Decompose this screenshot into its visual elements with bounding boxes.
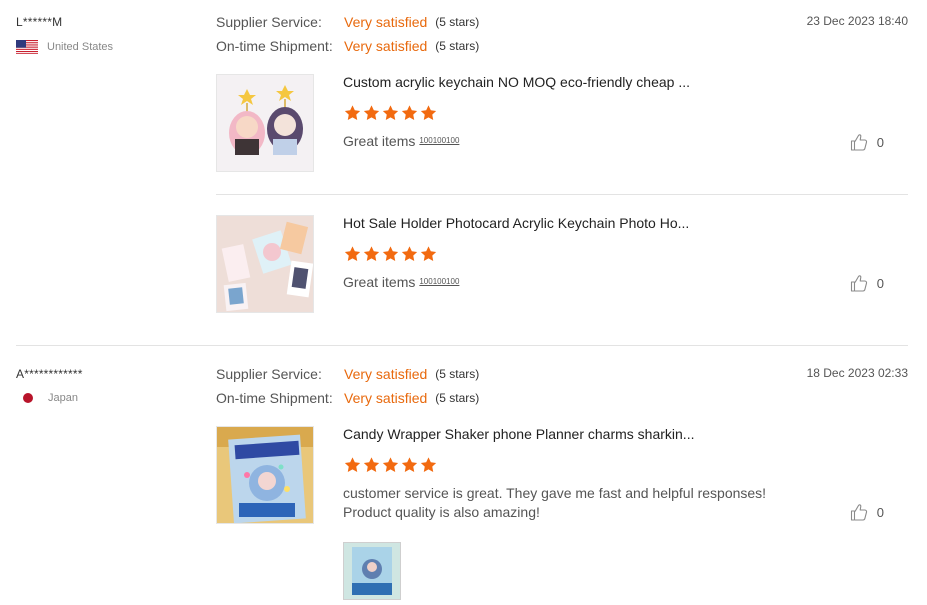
rating-value: Very satisfied <box>344 390 428 406</box>
review-text: Great items 100100100 <box>343 131 783 151</box>
star-icon <box>362 456 381 474</box>
item-title[interactable]: Custom acrylic keychain NO MOQ eco-frien… <box>343 74 690 90</box>
like-button[interactable]: 0 <box>849 273 884 293</box>
thumbs-up-icon <box>849 273 869 293</box>
rating-label: On-time Shipment: <box>216 390 333 406</box>
review-text: Great items 100100100 <box>343 272 783 292</box>
us-flag-icon <box>16 40 38 54</box>
review-tag: 100100100 <box>419 277 460 286</box>
rating-label: Supplier Service: <box>216 366 322 382</box>
item-divider <box>216 194 908 195</box>
star-icon <box>400 456 419 474</box>
review-text-body: Great items <box>343 274 416 290</box>
japan-flag-icon <box>23 393 33 403</box>
star-icon <box>381 245 400 263</box>
photocard-image <box>217 216 313 312</box>
rating-value: Very satisfied <box>344 366 428 382</box>
rating-value: Very satisfied <box>344 38 428 54</box>
star-icon <box>362 245 381 263</box>
shipment-rating: On-time Shipment: Very satisfied (5 star… <box>216 36 479 56</box>
star-icon <box>400 104 419 122</box>
like-count: 0 <box>876 504 884 520</box>
buyer-name: A************ <box>16 367 83 381</box>
rating-stars-count: (5 stars) <box>435 391 480 405</box>
keychain-image <box>217 75 313 171</box>
like-count: 0 <box>876 134 884 150</box>
review-text-line: Product quality is also amazing! <box>343 504 540 520</box>
star-icon <box>381 456 400 474</box>
item-title[interactable]: Candy Wrapper Shaker phone Planner charm… <box>343 426 694 442</box>
star-icon <box>343 456 362 474</box>
star-icon <box>400 245 419 263</box>
shaker-charm-image <box>217 427 313 523</box>
star-icon <box>419 456 438 474</box>
star-icon <box>343 104 362 122</box>
reviewed-item: Candy Wrapper Shaker phone Planner charm… <box>216 426 908 526</box>
like-button[interactable]: 0 <box>849 502 884 522</box>
product-thumbnail[interactable] <box>216 426 314 524</box>
rating-stars-count: (5 stars) <box>435 367 480 381</box>
reviewed-item: Hot Sale Holder Photocard Acrylic Keycha… <box>216 215 908 315</box>
rating-value: Very satisfied <box>344 14 428 30</box>
product-thumbnail[interactable] <box>216 215 314 313</box>
buyer-country: United States <box>16 40 113 54</box>
review-text-body: Great items <box>343 133 416 149</box>
review-card: A************ Japan Supplier Service: Ve… <box>0 352 927 605</box>
item-star-rating <box>343 456 438 474</box>
thumbs-up-icon <box>849 502 869 522</box>
review-date: 18 Dec 2023 02:33 <box>806 366 908 380</box>
star-icon <box>419 104 438 122</box>
review-text-line: customer service is great. They gave me … <box>343 485 767 501</box>
item-star-rating <box>343 104 438 122</box>
item-star-rating <box>343 245 438 263</box>
buyer-country: Japan <box>16 392 78 404</box>
rating-label: Supplier Service: <box>216 14 322 30</box>
review-photo <box>344 543 400 599</box>
supplier-service-rating: Supplier Service: Very satisfied (5 star… <box>216 364 479 384</box>
like-count: 0 <box>876 275 884 291</box>
review-divider <box>16 345 908 346</box>
country-label: United States <box>47 41 114 53</box>
item-title[interactable]: Hot Sale Holder Photocard Acrylic Keycha… <box>343 215 689 231</box>
review-card: L******M United States Supplier Service:… <box>0 0 927 345</box>
review-tag: 100100100 <box>419 136 460 145</box>
reviewed-item: Custom acrylic keychain NO MOQ eco-frien… <box>216 74 908 174</box>
star-icon <box>343 245 362 263</box>
product-thumbnail[interactable] <box>216 74 314 172</box>
shipment-rating: On-time Shipment: Very satisfied (5 star… <box>216 388 479 408</box>
rating-stars-count: (5 stars) <box>435 15 480 29</box>
supplier-service-rating: Supplier Service: Very satisfied (5 star… <box>216 12 479 32</box>
rating-stars-count: (5 stars) <box>435 39 480 53</box>
star-icon <box>381 104 400 122</box>
buyer-name: L******M <box>16 15 63 29</box>
star-icon <box>419 245 438 263</box>
review-date: 23 Dec 2023 18:40 <box>806 14 908 28</box>
like-button[interactable]: 0 <box>849 132 884 152</box>
star-icon <box>362 104 381 122</box>
review-text: customer service is great. They gave me … <box>343 484 783 522</box>
review-photo-thumbnail[interactable] <box>343 542 401 600</box>
rating-label: On-time Shipment: <box>216 38 333 54</box>
country-label: Japan <box>48 392 78 404</box>
thumbs-up-icon <box>849 132 869 152</box>
